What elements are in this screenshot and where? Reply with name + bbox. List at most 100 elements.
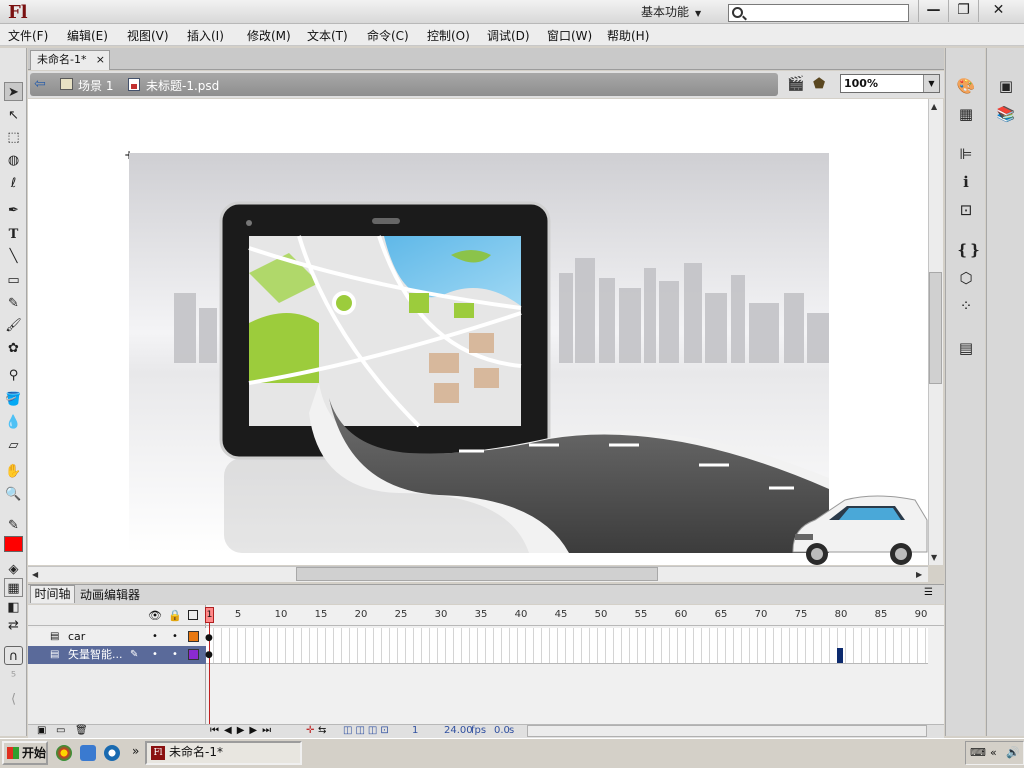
playhead[interactable]: 1 <box>205 607 214 623</box>
layer-row[interactable]: ▤ 矢量智能... ✎ • • <box>28 646 206 664</box>
scroll-up-icon[interactable]: ▲ <box>931 102 937 111</box>
rectangle-tool-icon[interactable]: ▭ <box>4 271 23 290</box>
snap-to-objects-icon[interactable]: ∩ <box>4 646 23 665</box>
breadcrumb-scene[interactable]: 场景 1 <box>78 77 113 94</box>
transform-icon[interactable]: ⊡ <box>956 200 976 220</box>
motion-presets-icon[interactable]: ⁘ <box>956 296 976 316</box>
selected-frame[interactable] <box>837 648 843 663</box>
ie-icon[interactable] <box>80 745 96 761</box>
info-icon[interactable]: ℹ <box>956 172 976 192</box>
tray-expand-icon[interactable]: « <box>990 742 997 764</box>
smooth-icon[interactable]: ⁵ <box>4 668 23 687</box>
vertical-scroll-thumb[interactable] <box>929 272 942 384</box>
text-tool-icon[interactable]: T <box>4 225 23 244</box>
edit-scene-icon[interactable]: 🎬 <box>787 76 807 95</box>
lock-icon[interactable]: 🔒 <box>168 609 182 622</box>
eyedropper-icon[interactable]: 💧 <box>4 413 23 432</box>
tab-motion-editor[interactable]: 动画编辑器 <box>80 586 140 603</box>
deco-tool-icon[interactable]: ✿ <box>4 339 23 358</box>
menu-window[interactable]: 窗口(W) <box>547 27 592 44</box>
scroll-down-icon[interactable]: ▼ <box>931 553 937 562</box>
menu-file[interactable]: 文件(F) <box>8 27 48 44</box>
brush-tool-icon[interactable]: 🖌 <box>4 316 23 335</box>
close-button[interactable]: ✕ <box>978 0 1018 22</box>
new-layer-icon[interactable]: ▣ <box>37 725 46 736</box>
layer-color-swatch[interactable] <box>188 649 199 660</box>
menu-help[interactable]: 帮助(H) <box>607 27 649 44</box>
3d-rotation-icon[interactable]: ◍ <box>4 151 23 170</box>
menu-modify[interactable]: 修改(M) <box>247 27 291 44</box>
loop-icon[interactable]: ⇆ <box>318 725 326 736</box>
playback-controls[interactable]: ⏮◀▶▶⏭ <box>210 725 276 736</box>
properties-icon[interactable]: ▣ <box>996 76 1016 96</box>
breadcrumb-symbol[interactable]: 未标题-1.psd <box>146 77 219 94</box>
keyboard-icon[interactable]: ⌨ <box>970 742 986 764</box>
onion-skin-icons[interactable]: ◫◫◫⊡ <box>343 725 392 736</box>
center-frame-icon[interactable]: ✛ <box>306 725 314 736</box>
horizontal-scroll-thumb[interactable] <box>296 567 658 581</box>
lock-dot[interactable]: • <box>172 646 178 664</box>
panel-menu-icon[interactable]: ☰ <box>924 587 933 598</box>
menu-commands[interactable]: 命令(C) <box>367 27 409 44</box>
eye-icon[interactable]: 👁 <box>148 609 162 622</box>
paint-bucket-icon[interactable]: 🪣 <box>4 390 23 409</box>
lock-dot[interactable]: • <box>172 628 178 646</box>
workspace-switcher[interactable]: 基本功能 ▼ <box>633 3 713 21</box>
swatches-icon[interactable]: ▦ <box>956 104 976 124</box>
straighten-icon[interactable]: ⟨ <box>4 690 23 709</box>
frame-grid[interactable] <box>206 628 928 664</box>
volume-icon[interactable]: 🔊 <box>1006 742 1020 764</box>
timeline-horizontal-scrollbar[interactable] <box>527 725 927 737</box>
quicklaunch-expand-icon[interactable]: » <box>132 744 139 758</box>
library-icon[interactable]: 📚 <box>996 104 1016 124</box>
start-button[interactable]: 开始 <box>2 741 48 765</box>
free-transform-icon[interactable]: ⬚ <box>4 128 23 147</box>
scroll-right-icon[interactable]: ▶ <box>916 570 922 579</box>
eraser-icon[interactable]: ▱ <box>4 436 23 455</box>
swap-colors-icon[interactable]: ⇄ <box>4 616 23 635</box>
scroll-left-icon[interactable]: ◀ <box>32 570 38 579</box>
black-white-icon[interactable]: ◧ <box>4 598 23 617</box>
new-folder-icon[interactable]: ▭ <box>56 725 65 736</box>
pen-tool-icon[interactable]: ✒ <box>4 201 23 220</box>
no-color-icon[interactable]: ▦ <box>4 578 23 597</box>
app-shortcut-icon[interactable] <box>104 745 120 761</box>
menu-view[interactable]: 视图(V) <box>127 27 169 44</box>
restore-button[interactable]: ❐ <box>948 0 978 22</box>
taskbar-window-button[interactable]: Fl 未命名-1* <box>145 741 302 765</box>
layer-color-swatch[interactable] <box>188 631 199 642</box>
back-arrow-icon[interactable]: ⇦ <box>34 76 46 92</box>
minimize-button[interactable]: — <box>918 0 948 22</box>
hand-tool-icon[interactable]: ✋ <box>4 462 23 481</box>
car-image[interactable] <box>789 490 929 566</box>
help-search-input[interactable] <box>728 4 909 22</box>
bone-tool-icon[interactable]: ⚲ <box>4 366 23 385</box>
chrome-icon[interactable] <box>56 745 72 761</box>
visibility-dot[interactable]: • <box>152 628 158 646</box>
subselection-tool-icon[interactable]: ↖ <box>4 106 23 125</box>
menu-debug[interactable]: 调试(D) <box>487 27 530 44</box>
stage-artwork[interactable] <box>129 153 829 553</box>
zoom-select[interactable]: 100% ▼ <box>840 74 940 93</box>
menu-control[interactable]: 控制(O) <box>427 27 470 44</box>
document-tab[interactable]: 未命名-1* × <box>30 50 110 70</box>
visibility-dot[interactable]: • <box>152 646 158 664</box>
close-icon[interactable]: × <box>96 51 105 69</box>
line-tool-icon[interactable]: ╲ <box>4 247 23 266</box>
frame-rate[interactable]: 24.00 <box>444 725 473 736</box>
stroke-color-swatch[interactable] <box>4 536 23 552</box>
menu-text[interactable]: 文本(T) <box>307 27 348 44</box>
lasso-icon[interactable]: ℓ <box>4 174 23 193</box>
code-snippets-icon[interactable]: ❴❵ <box>956 240 981 260</box>
delete-layer-icon[interactable]: 🗑 <box>75 725 88 736</box>
layer-row[interactable]: ▤ car • • <box>28 628 206 646</box>
zoom-tool-icon[interactable]: 🔍 <box>4 485 23 504</box>
color-palette-icon[interactable]: 🎨 <box>956 76 976 96</box>
outline-icon[interactable] <box>188 610 198 620</box>
selection-tool-icon[interactable]: ➤ <box>4 82 23 101</box>
align-icon[interactable]: ⊫ <box>956 144 976 164</box>
pencil-tool-icon[interactable]: ✎ <box>4 294 23 313</box>
menu-insert[interactable]: 插入(I) <box>187 27 224 44</box>
tab-timeline[interactable]: 时间轴 <box>30 585 75 603</box>
edit-symbols-icon[interactable]: ⬟ <box>813 76 833 95</box>
